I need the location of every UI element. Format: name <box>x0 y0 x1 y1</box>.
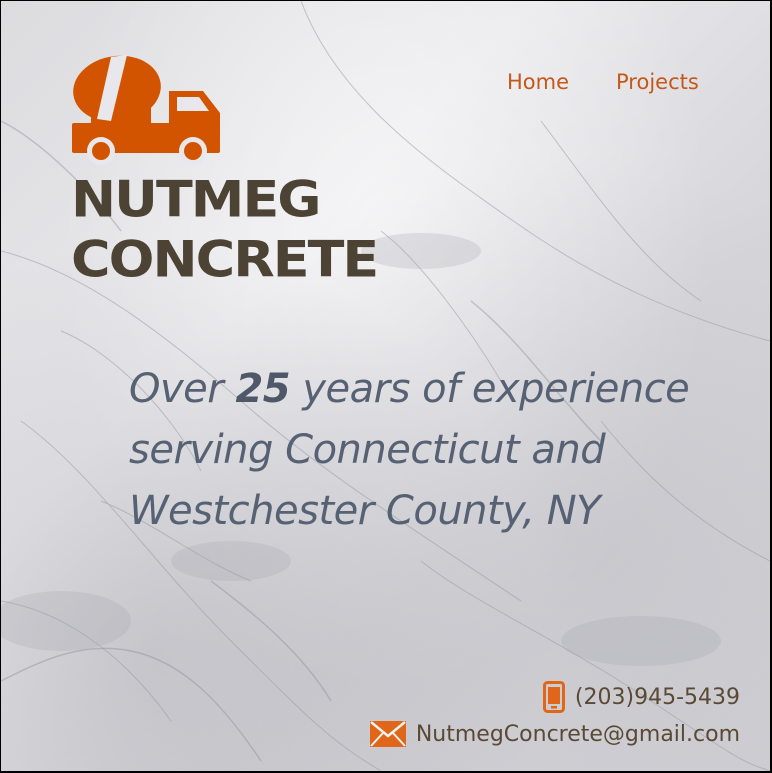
page-frame: NUTMEG CONCRETE Home Projects Over 25 ye… <box>1 1 770 771</box>
contact-email[interactable]: NutmegConcrete@gmail.com <box>369 721 740 747</box>
nav-link-projects[interactable]: Projects <box>616 70 699 94</box>
envelope-icon <box>369 721 406 747</box>
tagline-line3: Westchester County, NY <box>129 488 601 534</box>
email-address[interactable]: NutmegConcrete@gmail.com <box>416 722 740 747</box>
logo-text-line2: CONCRETE <box>71 230 379 289</box>
hero-tagline: Over 25 years of experience serving Conn… <box>129 359 759 542</box>
phone-number[interactable]: (203)945-5439 <box>575 685 740 710</box>
tagline-prefix: Over <box>129 366 236 412</box>
logo-text-line1: NUTMEG <box>71 170 322 229</box>
years-count: 25 <box>235 366 291 412</box>
tagline-line1-rest: years of experience <box>290 366 690 412</box>
nav-link-home[interactable]: Home <box>507 70 569 94</box>
contact-phone[interactable]: (203)945-5439 <box>542 681 740 713</box>
mobile-phone-icon <box>542 681 565 713</box>
concrete-mixer-truck-icon <box>72 55 220 165</box>
tagline-line2: serving Connecticut and <box>129 427 606 473</box>
